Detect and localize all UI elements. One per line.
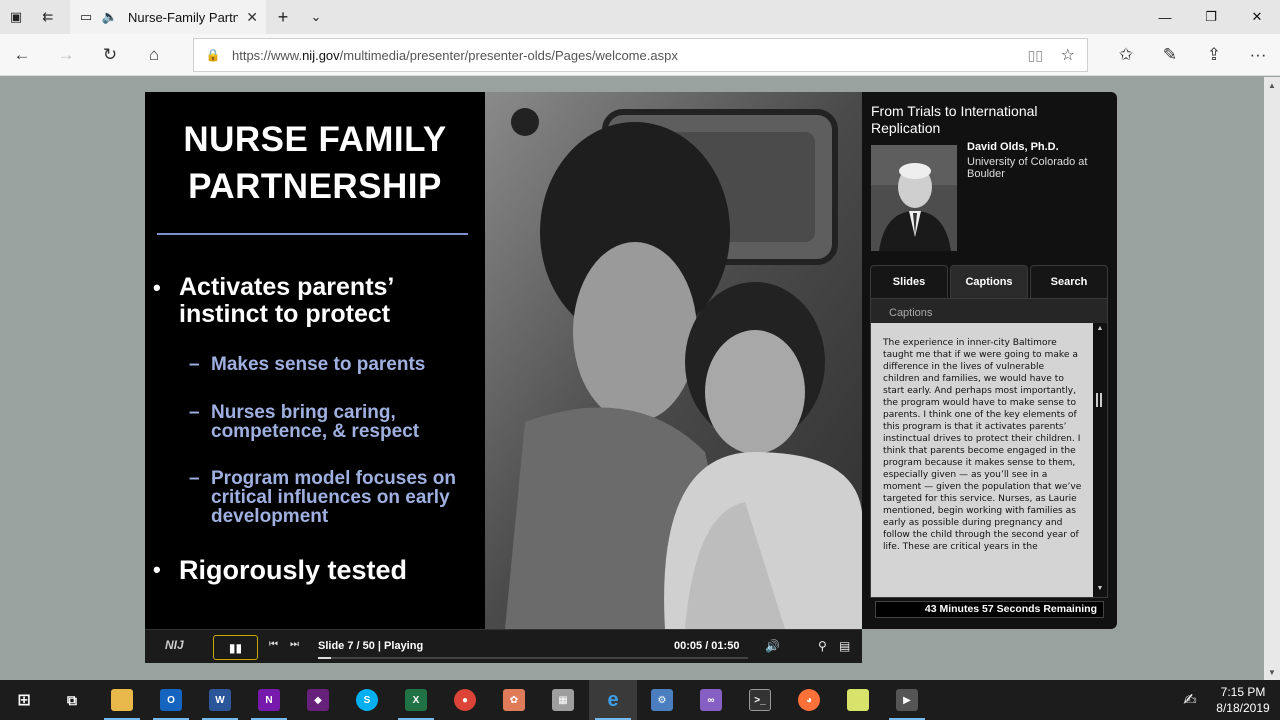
layout-menu-icon[interactable]: ▤ [839,639,850,653]
tab-captions[interactable]: Captions [950,265,1028,298]
task-view-icon[interactable]: ⧉ [48,680,96,720]
previous-slide-icon[interactable]: ⏮ [269,639,278,650]
system-clock[interactable]: 7:15 PM 8/18/2019 [1206,684,1280,716]
speaker-name: David Olds, Ph.D. [967,141,1059,153]
chrome-icon[interactable]: ● [441,680,489,720]
firefox-icon[interactable]: ◕ [785,680,833,720]
audio-playing-icon[interactable]: 🔈 [98,0,122,34]
restore-icon[interactable]: ❐ [1188,0,1234,34]
pause-button[interactable]: ▮▮ [213,635,258,660]
progress-bar[interactable] [318,657,748,659]
volume-icon[interactable]: 🔊 [765,639,780,653]
new-tab-icon[interactable]: + [266,0,300,34]
share-icon[interactable]: ⇪ [1192,34,1236,76]
set-tabs-aside-icon[interactable]: ⇇ [32,0,64,34]
captions-scroll-up-icon[interactable]: ▲ [1093,325,1107,335]
captions-label: Captions [889,307,933,319]
playback-time: 00:05 / 01:50 [674,640,740,652]
page-scrollbar[interactable]: ▲ ▼ [1264,77,1280,680]
start-icon[interactable]: ⊞ [0,680,48,720]
progress-fill [318,657,331,659]
back-icon[interactable]: ← [0,34,44,76]
slide-subbullet-2: – Nurses bring caring, competence, & res… [189,402,420,442]
speaker-photo [871,145,957,251]
vs-code-icon[interactable]: ∞ [687,680,735,720]
reading-view-icon[interactable]: ▯▯ [1028,39,1043,71]
captions-scroll-thumb[interactable] [1096,393,1102,407]
tab-slides[interactable]: Slides [870,265,948,298]
favorites-hub-icon[interactable]: ✩ [1104,34,1148,76]
edge-icon[interactable]: e [589,680,637,720]
slide-photo [485,92,862,629]
forward-icon[interactable]: → [44,34,88,76]
address-url[interactable]: https://www.nij.gov/multimedia/presenter… [232,48,678,63]
presentation-title: From Trials to International Replication [871,103,1038,136]
tab-search[interactable]: Search [1030,265,1108,298]
captions-scroll-down-icon[interactable]: ▼ [1093,585,1107,595]
word-icon[interactable]: W [196,680,244,720]
sidebar-tabs: Slides Captions Search [870,265,1108,298]
web-note-icon[interactable]: ✎ [1148,34,1192,76]
lock-icon: 🔒 [205,48,221,62]
next-slide-icon[interactable]: ⏭ [290,639,299,650]
tab-title: Nurse-Family Partne [128,9,238,25]
pause-icon: ▮▮ [228,640,243,655]
slide-subbullet-1: – Makes sense to parents [189,354,426,375]
favorite-star-icon[interactable]: ☆ [1061,39,1075,71]
skype-icon[interactable]: S [343,680,391,720]
speaker-affiliation: University of Colorado at Boulder [967,156,1088,180]
media-app-icon[interactable]: ▶ [883,680,931,720]
onenote-icon[interactable]: N [245,680,293,720]
browser-tab[interactable]: ▭ 🔈 Nurse-Family Partne ✕ [70,0,266,34]
page-icon: ▭ [79,9,93,24]
close-window-icon[interactable]: ✕ [1234,0,1280,34]
slide-bullet-1: • Activates parents’ instinct to protect [153,273,395,328]
network-app-icon[interactable]: ⚙ [638,680,686,720]
slide-divider [157,233,468,235]
slide-subbullet-3: – Program model focuses on critical infl… [189,468,456,527]
excel-icon[interactable]: X [392,680,440,720]
address-bar[interactable]: 🔒 https://www.nij.gov/multimedia/present… [193,38,1088,72]
browser-tab-bar: ▣ ⇇ ▭ 🔈 Nurse-Family Partne ✕ + ⌄ — ❐ ✕ [0,0,1280,34]
player-control-bar: NIJ ▮▮ ⏮ ⏭ Slide 7 / 50 | Playing 00:05 … [145,629,862,663]
captions-scrollbar[interactable]: ▲ ▼ [1093,323,1107,597]
tab-close-icon[interactable]: ✕ [246,0,258,34]
slide-bullet-2: • Rigorously tested [153,555,408,585]
attachments-icon[interactable]: ⚲ [818,639,827,653]
sticky-notes-icon[interactable] [834,680,882,720]
tab-list-chevron-icon[interactable]: ⌄ [300,0,332,34]
file-explorer-icon[interactable] [98,680,146,720]
pen-workspace-icon[interactable]: ✍ [1170,680,1210,720]
paint-icon[interactable]: ✿ [490,680,538,720]
presenter-sidebar: From Trials to International Replication… [862,92,1117,629]
more-icon[interactable]: ··· [1236,34,1280,76]
slide: NURSE FAMILY PARTNERSHIP • Activates par… [145,92,485,629]
refresh-icon[interactable]: ↻ [88,34,132,76]
scroll-up-icon[interactable]: ▲ [1264,77,1280,93]
calculator-icon[interactable]: ▦ [539,680,587,720]
visual-studio-icon[interactable]: ◆ [294,680,342,720]
playback-status: Slide 7 / 50 | Playing [318,640,424,652]
time-remaining: 43 Minutes 57 Seconds Remaining [875,601,1104,618]
scroll-down-icon[interactable]: ▼ [1264,664,1280,680]
captions-panel: Captions The experience in inner-city Ba… [870,298,1108,598]
terminal-icon[interactable]: >_ [736,680,784,720]
outlook-icon[interactable]: O [147,680,195,720]
windows-taskbar: ⊞ ⧉ O W N ◆ S X ● ✿ ▦ e ⚙ ∞ >_ ◕ ▶ ✍ 7:1… [0,680,1280,720]
tab-actions-icon[interactable]: ▣ [0,0,32,34]
home-icon[interactable]: ⌂ [132,34,176,76]
browser-nav-bar: ← → ↻ ⌂ 🔒 https://www.nij.gov/multimedia… [0,34,1280,76]
caption-text: The experience in inner-city Baltimore t… [871,323,1093,597]
slide-title: NURSE FAMILY PARTNERSHIP [183,120,447,206]
minimize-icon[interactable]: — [1142,0,1188,34]
nij-logo: NIJ [165,638,184,652]
